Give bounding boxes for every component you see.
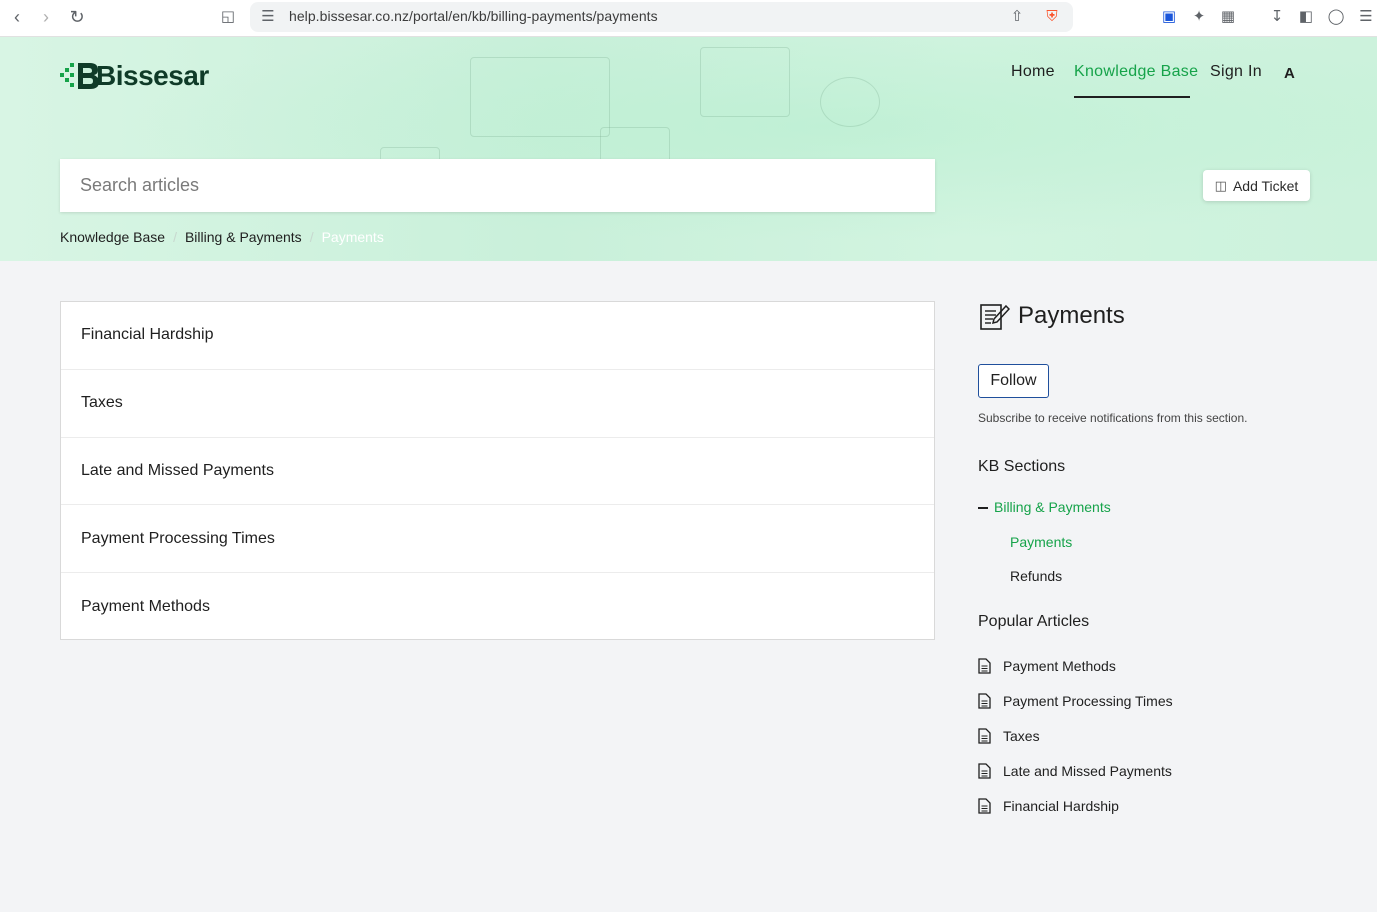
nav-sign-in[interactable]: Sign In — [1210, 63, 1262, 81]
accessibility-icon[interactable]: A — [1284, 65, 1295, 82]
popular-article-label: Payment Processing Times — [1003, 693, 1173, 709]
forward-icon[interactable]: › — [35, 6, 57, 28]
back-icon[interactable]: ‹ — [6, 6, 28, 28]
kb-section-billing-payments[interactable]: Billing & Payments — [994, 499, 1111, 515]
document-icon — [978, 763, 991, 779]
brand-name: Bissesar — [96, 60, 209, 91]
document-icon — [978, 693, 991, 709]
add-ticket-label: Add Ticket — [1232, 177, 1299, 194]
vpn-icon[interactable]: ◯ — [1326, 7, 1346, 27]
popular-articles-heading: Popular Articles — [978, 613, 1090, 630]
document-icon — [978, 798, 991, 814]
decor-sketch — [470, 57, 610, 137]
reader-icon[interactable]: ▦ — [1218, 7, 1238, 27]
brave-shield-icon[interactable]: ⛨ — [1042, 7, 1062, 27]
password-manager-icon[interactable]: ▣ — [1159, 7, 1179, 27]
document-icon — [978, 658, 991, 674]
extensions-icon[interactable]: ✦ — [1189, 7, 1209, 27]
article-item[interactable]: Late and Missed Payments — [61, 438, 934, 506]
menu-icon[interactable]: ☰ — [1356, 7, 1376, 27]
article-edit-icon — [980, 304, 1010, 330]
bookmark-icon[interactable]: ◱ — [218, 7, 238, 27]
ticket-icon: ◫ — [1214, 177, 1227, 193]
download-icon[interactable]: ↧ — [1267, 7, 1287, 27]
brand-logo[interactable]: Bissesar — [60, 60, 209, 91]
article-list: Financial Hardship Taxes Late and Missed… — [60, 301, 935, 640]
article-item[interactable]: Payment Methods — [61, 573, 934, 641]
popular-article-item[interactable]: Late and Missed Payments — [978, 763, 1172, 779]
article-item[interactable]: Financial Hardship — [61, 302, 934, 370]
sidebar-icon[interactable]: ◧ — [1296, 7, 1316, 27]
address-bar[interactable]: ☰ help.bissesar.co.nz/portal/en/kb/billi… — [250, 2, 1073, 32]
decor-sketch — [820, 77, 880, 127]
browser-toolbar: ‹ › ↻ ◱ ☰ help.bissesar.co.nz/portal/en/… — [0, 0, 1377, 37]
nav-active-underline — [1074, 96, 1190, 98]
document-icon — [978, 728, 991, 744]
nav-knowledge-base[interactable]: Knowledge Base — [1074, 63, 1198, 81]
breadcrumb-knowledge-base[interactable]: Knowledge Base — [60, 229, 165, 245]
breadcrumb-separator: / — [173, 229, 177, 245]
search-input[interactable] — [60, 159, 935, 212]
breadcrumb: Knowledge Base / Billing & Payments / Pa… — [60, 229, 384, 245]
section-title: Payments — [1018, 302, 1125, 329]
collapse-icon[interactable] — [978, 507, 988, 509]
site-settings-icon[interactable]: ☰ — [258, 7, 278, 27]
nav-home[interactable]: Home — [1011, 63, 1055, 81]
logo-icon — [60, 63, 99, 89]
article-item[interactable]: Taxes — [61, 370, 934, 438]
popular-article-label: Late and Missed Payments — [1003, 763, 1172, 779]
article-item[interactable]: Payment Processing Times — [61, 505, 934, 574]
popular-article-item[interactable]: Financial Hardship — [978, 798, 1119, 814]
kb-section-payments[interactable]: Payments — [1010, 534, 1072, 550]
popular-article-label: Taxes — [1003, 728, 1040, 744]
popular-article-label: Financial Hardship — [1003, 798, 1119, 814]
popular-article-item[interactable]: Taxes — [978, 728, 1040, 744]
hero-banner: Bissesar Home Knowledge Base Sign In A ◫… — [0, 37, 1377, 261]
reload-icon[interactable]: ↻ — [66, 6, 88, 28]
decor-sketch — [700, 47, 790, 117]
kb-sections-heading: KB Sections — [978, 458, 1066, 475]
share-icon[interactable]: ⇧ — [1007, 7, 1027, 27]
popular-article-label: Payment Methods — [1003, 658, 1116, 674]
follow-button[interactable]: Follow — [978, 364, 1049, 398]
popular-article-item[interactable]: Payment Processing Times — [978, 693, 1173, 709]
breadcrumb-billing-payments[interactable]: Billing & Payments — [185, 229, 302, 245]
breadcrumb-current: Payments — [321, 229, 384, 245]
kb-section-refunds[interactable]: Refunds — [1010, 568, 1062, 584]
url-text[interactable]: help.bissesar.co.nz/portal/en/kb/billing… — [289, 8, 658, 24]
breadcrumb-separator: / — [309, 229, 314, 245]
section-header: Payments — [978, 300, 1125, 332]
subscribe-note: Subscribe to receive notifications from … — [978, 411, 1248, 425]
popular-article-item[interactable]: Payment Methods — [978, 658, 1116, 674]
add-ticket-button[interactable]: ◫ Add Ticket — [1203, 170, 1310, 201]
